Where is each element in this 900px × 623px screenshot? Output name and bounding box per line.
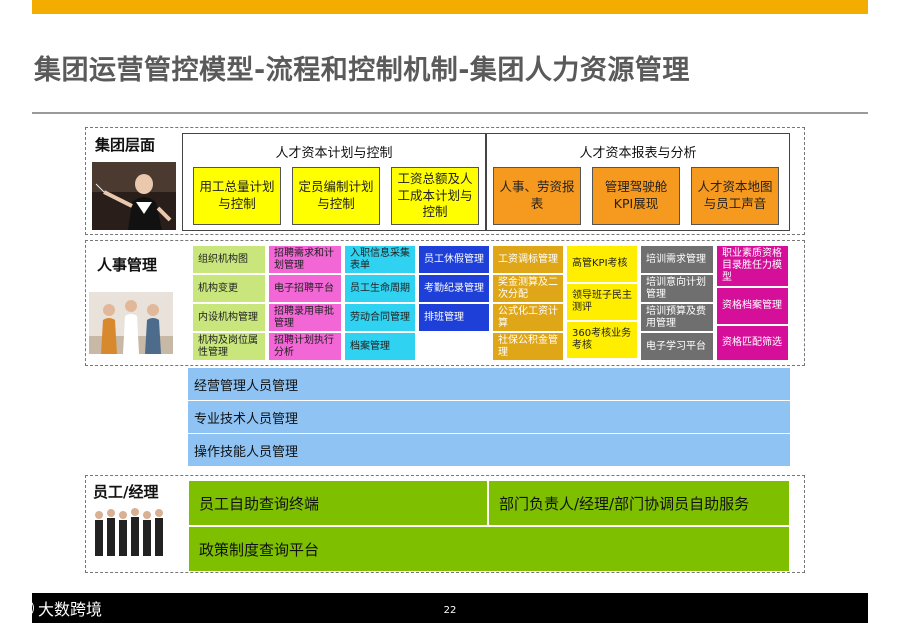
personnel-category-bands: 经营管理人员管理 专业技术人员管理 操作技能人员管理 bbox=[188, 368, 790, 467]
employee-self-service-terminal: 员工自助查询终端 bbox=[188, 480, 488, 526]
hr-column-compensation: 工资调标管理 奖金测算及二次分配 公式化工资计算 社保公积金管理 bbox=[492, 245, 564, 361]
hr-column-training: 培训需求管理 培训意向计划管理 培训预算及费用管理 电子学习平台 bbox=[640, 245, 714, 361]
hr-cell: 360考核业务考核 bbox=[566, 321, 638, 359]
kpi-cockpit-box: 管理驾驶舱KPI展现 bbox=[592, 167, 680, 225]
hr-cell: 培训预算及费用管理 bbox=[640, 303, 714, 332]
management-staff-band: 经营管理人员管理 bbox=[188, 368, 790, 401]
hr-cell: 员工休假管理 bbox=[418, 245, 490, 274]
policy-query-platform: 政策制度查询平台 bbox=[188, 526, 790, 572]
watermark-logo-icon: ◎ bbox=[8, 597, 34, 619]
title-divider bbox=[32, 112, 868, 114]
hr-cell: 机构变更 bbox=[192, 274, 266, 303]
hr-column-attendance: 员工休假管理 考勤纪录管理 排班管理 bbox=[418, 245, 490, 361]
hr-cell: 领导班子民主测评 bbox=[566, 283, 638, 321]
hr-cell: 组织机构图 bbox=[192, 245, 266, 274]
conductor-photo bbox=[92, 162, 176, 230]
hr-cell: 内设机构管理 bbox=[192, 303, 266, 332]
hr-column-qualification: 职业素质资格目录胜任力模型 资格档案管理 资格匹配筛选 bbox=[716, 245, 789, 361]
watermark: ◎ 大数跨境 bbox=[8, 596, 102, 620]
hr-cell: 培训需求管理 bbox=[640, 245, 714, 274]
hr-cell: 员工生命周期 bbox=[344, 274, 416, 303]
page-number: 22 bbox=[443, 605, 457, 616]
hr-empty-cell bbox=[418, 332, 490, 361]
hr-column-recruitment: 招聘需求和计划管理 电子招聘平台 招聘录用审批管理 招聘计划执行分析 bbox=[268, 245, 342, 361]
hr-column-performance: 高管KPI考核 领导班子民主测评 360考核业务考核 bbox=[566, 245, 638, 359]
hr-cell: 档案管理 bbox=[344, 332, 416, 361]
hr-cell: 高管KPI考核 bbox=[566, 245, 638, 283]
manager-self-service: 部门负责人/经理/部门协调员自助服务 bbox=[488, 480, 790, 526]
employee-manager-label: 员工/经理 bbox=[93, 483, 159, 501]
hr-cell: 社保公积金管理 bbox=[492, 332, 564, 361]
staff-group-photo bbox=[89, 503, 173, 559]
hr-cell: 招聘需求和计划管理 bbox=[268, 245, 342, 274]
operator-staff-band: 操作技能人员管理 bbox=[188, 434, 790, 467]
plan-panel-title: 人才资本计划与控制 bbox=[275, 146, 393, 161]
hr-cell: 资格匹配筛选 bbox=[716, 325, 789, 361]
hr-cell: 机构及岗位属性管理 bbox=[192, 332, 266, 361]
hr-cell: 资格档案管理 bbox=[716, 287, 789, 325]
hr-cell: 排班管理 bbox=[418, 303, 490, 332]
headcount-plan-box: 用工总量计划与控制 bbox=[193, 167, 281, 225]
talent-map-box: 人才资本地图与员工声音 bbox=[691, 167, 779, 225]
hr-cell: 公式化工资计算 bbox=[492, 303, 564, 332]
business-team-photo bbox=[89, 292, 173, 354]
technical-staff-band: 专业技术人员管理 bbox=[188, 401, 790, 434]
hr-cell: 电子学习平台 bbox=[640, 332, 714, 361]
hr-cell: 招聘录用审批管理 bbox=[268, 303, 342, 332]
top-accent-bar bbox=[32, 0, 868, 14]
hr-cell: 职业素质资格目录胜任力模型 bbox=[716, 245, 789, 287]
hr-column-org: 组织机构图 机构变更 内设机构管理 机构及岗位属性管理 bbox=[192, 245, 266, 361]
hr-cell: 入职信息采集表单 bbox=[344, 245, 416, 274]
watermark-text: 大数跨境 bbox=[38, 600, 103, 619]
hr-cell: 电子招聘平台 bbox=[268, 274, 342, 303]
hr-payroll-report-box: 人事、劳资报表 bbox=[493, 167, 581, 225]
hr-cell: 工资调标管理 bbox=[492, 245, 564, 274]
report-panel-title: 人才资本报表与分析 bbox=[579, 146, 697, 161]
hr-management-label: 人事管理 bbox=[97, 256, 158, 274]
hr-cell: 培训意向计划管理 bbox=[640, 274, 714, 303]
hr-cell: 奖金测算及二次分配 bbox=[492, 274, 564, 303]
page-title: 集团运营管控模型-流程和控制机制-集团人力资源管理 bbox=[34, 55, 690, 86]
group-level-label: 集团层面 bbox=[95, 136, 156, 154]
hr-column-employee-lifecycle: 入职信息采集表单 员工生命周期 劳动合同管理 档案管理 bbox=[344, 245, 416, 361]
hr-cell: 劳动合同管理 bbox=[344, 303, 416, 332]
staffing-plan-box: 定员编制计划与控制 bbox=[292, 167, 380, 225]
hr-cell: 招聘计划执行分析 bbox=[268, 332, 342, 361]
hr-cell: 考勤纪录管理 bbox=[418, 274, 490, 303]
payroll-cost-plan-box: 工资总额及人工成本计划与控制 bbox=[391, 167, 479, 225]
